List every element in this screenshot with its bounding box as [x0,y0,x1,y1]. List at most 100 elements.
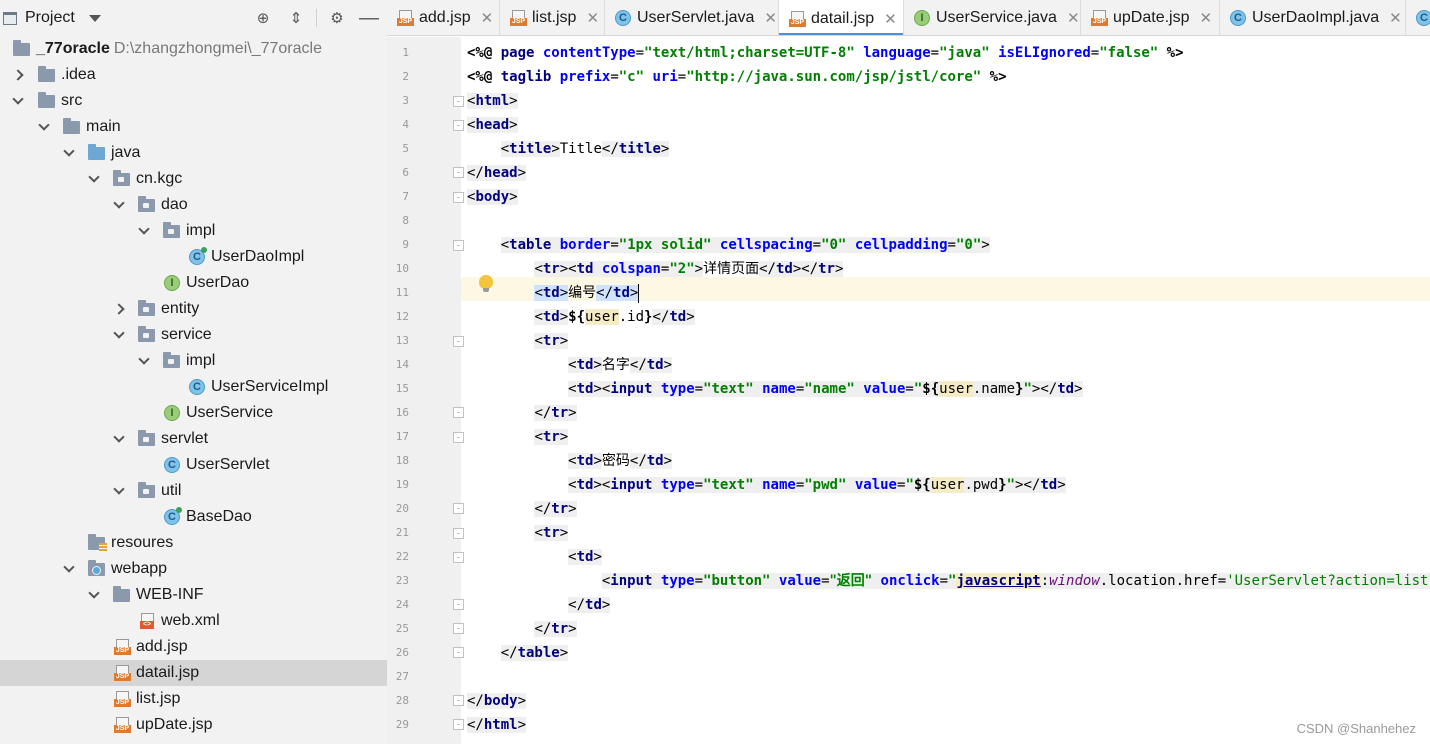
gutter-line: 5 [387,137,461,161]
attr-value: " [905,477,914,493]
line-number: 17 [395,430,409,443]
tag-name: html [483,717,518,733]
collapse-all-icon[interactable]: ⇕ [286,8,306,28]
tree-item-idea[interactable]: .idea [0,62,387,88]
fold-marker-icon[interactable] [453,167,464,178]
chevron-right-icon[interactable] [12,69,24,81]
code-line-28: </body> [467,693,527,709]
close-icon[interactable]: ✕ [764,9,777,27]
tree-item-web-inf[interactable]: WEB-INF [0,582,387,608]
tree-item-java[interactable]: java [0,140,387,166]
gutter-line: 19 [387,473,461,497]
tree-item-basedao[interactable]: C BaseDao [0,504,387,530]
close-icon[interactable]: ✕ [884,10,897,28]
tree-item-cn-kgc[interactable]: cn.kgc [0,166,387,192]
fold-marker-icon[interactable] [453,623,464,634]
chevron-down-icon[interactable] [12,95,24,107]
fold-marker-icon[interactable] [453,120,464,131]
chevron-down-icon[interactable] [88,173,100,185]
directive-close: %> [981,69,1007,85]
hide-panel-icon[interactable]: — [359,7,379,29]
chevron-down-icon[interactable] [88,589,100,601]
chevron-down-icon[interactable] [138,225,150,237]
tree-item-webapp[interactable]: webapp [0,556,387,582]
chevron-down-icon[interactable] [63,563,75,575]
tab-overflow[interactable]: C [1406,0,1430,35]
tab-userservlet-java[interactable]: C UserServlet.java ✕ [605,0,779,35]
chevron-down-icon[interactable] [113,199,125,211]
tree-item-label: UserService [186,404,274,421]
tree-item-dao[interactable]: dao [0,192,387,218]
tree-item-userdao[interactable]: I UserDao [0,270,387,296]
tree-item-dao-impl[interactable]: impl [0,218,387,244]
fold-marker-icon[interactable] [453,719,464,730]
tree-item-src[interactable]: src [0,88,387,114]
tree-item-list-jsp[interactable]: list.jsp [0,686,387,712]
close-icon[interactable]: ✕ [1067,9,1080,27]
close-icon[interactable]: ✕ [1200,9,1213,27]
tree-item-web-xml[interactable]: web.xml [0,608,387,634]
tab-userdaoimpl-java[interactable]: C UserDaoImpl.java ✕ [1220,0,1406,35]
fold-marker-icon[interactable] [453,503,464,514]
fold-marker-icon[interactable] [453,96,464,107]
tab-userservice-java[interactable]: I UserService.java ✕ [904,0,1081,35]
line-number: 29 [395,718,409,731]
tree-item-update-jsp[interactable]: upDate.jsp [0,712,387,738]
editor-tabs: add.jsp ✕ list.jsp ✕ C UserServlet.java … [387,0,1430,36]
chevron-down-icon[interactable] [63,147,75,159]
fold-marker-icon[interactable] [453,407,464,418]
fold-marker-icon[interactable] [453,695,464,706]
attr-value: "false" [1099,45,1159,61]
tab-list-jsp[interactable]: list.jsp ✕ [500,0,605,35]
tree-item-entity[interactable]: entity [0,296,387,322]
tab-datail-jsp[interactable]: datail.jsp ✕ [779,0,904,35]
tree-item-project-root[interactable]: _77oracle D:\zhangzhongmei\_77oracle [0,36,387,62]
chevron-right-icon[interactable] [113,303,125,315]
attr-name: type [660,381,695,397]
java-interface-icon: I [164,405,180,421]
tree-item-datail-jsp[interactable]: datail.jsp [0,660,387,686]
chevron-down-icon[interactable] [38,121,50,133]
tag-name: td [646,357,664,373]
tree-item-resoures[interactable]: resoures [0,530,387,556]
chevron-down-icon[interactable] [138,355,150,367]
fold-marker-icon[interactable] [453,552,464,563]
fold-marker-icon[interactable] [453,192,464,203]
close-icon[interactable]: ✕ [481,9,494,27]
tree-item-userserviceimpl[interactable]: C UserServiceImpl [0,374,387,400]
attr-value: "button" [703,573,771,589]
code-line-22: <td> [568,549,602,565]
attr-name: onclick [880,573,940,589]
tree-item-userservlet[interactable]: C UserServlet [0,452,387,478]
chevron-down-icon[interactable] [113,485,125,497]
fold-marker-icon[interactable] [453,240,464,251]
tree-item-add-jsp[interactable]: add.jsp [0,634,387,660]
locate-file-icon[interactable]: ⊕ [253,8,273,28]
fold-marker-icon[interactable] [453,432,464,443]
tree-item-util[interactable]: util [0,478,387,504]
close-icon[interactable]: ✕ [586,9,599,27]
close-icon[interactable]: ✕ [1389,9,1402,27]
tab-add-jsp[interactable]: add.jsp ✕ [387,0,500,35]
el-close: } [998,477,1007,493]
code-editor[interactable]: 1 2 3 4 5 6 7 8 9 10 11 12 13 14 15 16 17 18 19 20 21 22 23 24 2… [387,37,1430,744]
tree-item-userservice[interactable]: I UserService [0,400,387,426]
chevron-down-icon[interactable] [113,433,125,445]
tree-item-servlet[interactable]: servlet [0,426,387,452]
tree-item-userdaoimpl[interactable]: C UserDaoImpl [0,244,387,270]
project-view-selector[interactable]: Project [25,9,75,27]
chevron-down-icon[interactable] [113,329,125,341]
gutter-line: 24 [387,593,464,617]
js-location: .location.href= [1099,573,1227,589]
fold-marker-icon[interactable] [453,336,464,347]
fold-marker-icon[interactable] [453,647,464,658]
gear-icon[interactable]: ⚙ [327,8,347,28]
tree-item-service[interactable]: service [0,322,387,348]
tree-item-service-impl[interactable]: impl [0,348,387,374]
tree-item-main[interactable]: main [0,114,387,140]
tag-name: table [517,645,560,661]
chevron-down-icon[interactable] [88,14,101,22]
fold-marker-icon[interactable] [453,528,464,539]
tab-update-jsp[interactable]: upDate.jsp ✕ [1081,0,1220,35]
fold-marker-icon[interactable] [453,599,464,610]
